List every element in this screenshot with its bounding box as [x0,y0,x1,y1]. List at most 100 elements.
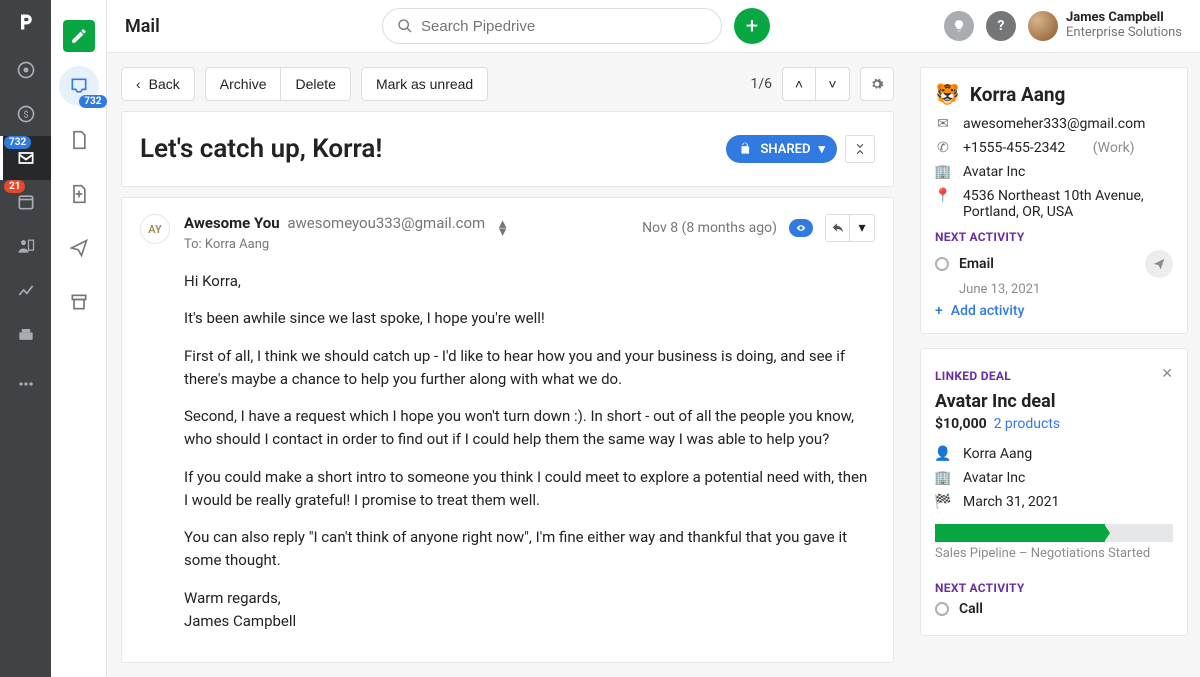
mail-subbar: 732 [51,0,107,677]
pin-icon: 📍 [935,188,951,204]
calendar-badge: 21 [4,180,25,193]
inbox-badge: 732 [79,95,106,108]
caret-down-icon: ▾ [818,142,825,157]
contact-avatar-icon: 🐯 [935,82,960,106]
reply-menu[interactable]: ▾ [850,215,874,241]
user-menu[interactable]: James Campbell Enterprise Solutions [1028,11,1182,41]
archive-button[interactable]: Archive [205,67,282,101]
mail-actions: ‹Back Archive Delete Mark as unread 1/6 … [121,67,894,101]
org-icon: 🏢 [935,470,951,486]
activity-label: Email [959,256,994,272]
expand-details-icon[interactable] [499,220,507,235]
rail-more[interactable] [0,362,51,406]
reply-button[interactable] [826,215,850,241]
sender-initials: AY [140,214,170,244]
search-icon [397,18,413,34]
rail-calendar[interactable]: 21 [0,180,51,224]
svg-text:$: $ [23,109,28,120]
collapse-button[interactable] [845,135,875,163]
contact-address: 4536 Northeast 10th Avenue, Portland, OR… [963,188,1173,220]
deal-activity-label: Call [959,601,983,617]
tracking-icon[interactable] [789,219,813,237]
deal-products[interactable]: 2 products [994,416,1061,432]
org-icon: 🏢 [935,164,951,180]
search-input[interactable] [421,18,707,35]
subject-title: Let's catch up, Korra! [140,134,726,164]
add-activity-button[interactable]: +Add activity [935,303,1173,319]
mark-unread-button[interactable]: Mark as unread [361,67,488,101]
sub-templates[interactable] [59,174,99,214]
activity-radio[interactable] [935,257,949,271]
to-line: To: Korra Aang [184,237,506,252]
person-icon: 👤 [935,446,951,462]
logo-icon[interactable] [16,10,36,34]
tips-icon[interactable] [944,11,974,41]
settings-button[interactable] [860,67,894,101]
activity-date: June 13, 2021 [959,282,1173,297]
sub-inbox[interactable]: 732 [59,66,99,106]
next-msg-button[interactable]: ˅ [816,67,850,101]
contact-email[interactable]: awesomeher333@gmail.com [963,116,1145,132]
sub-archive[interactable] [59,282,99,322]
sub-sent[interactable] [59,228,99,268]
rail-mail[interactable]: 732 [0,136,51,180]
mail-badge: 732 [4,136,31,149]
msg-date: Nov 8 (8 months ago) [642,220,777,236]
global-add-button[interactable]: + [734,8,770,44]
activity-row[interactable]: Email [935,246,1173,282]
next-activity-title: NEXT ACTIVITY [935,230,1173,244]
thread: AY Awesome You awesomeyou333@gmail.com T… [121,197,894,663]
rail-focus[interactable] [0,48,51,92]
deal-activity-row[interactable]: Call [935,597,1173,621]
rail-products[interactable] [0,312,51,356]
phone-icon: ✆ [935,140,951,156]
user-name: James Campbell [1066,11,1182,26]
chevron-left-icon: ‹ [136,76,141,92]
message: AY Awesome You awesomeyou333@gmail.com T… [122,198,893,663]
activity-radio[interactable] [935,602,949,616]
rail-contacts[interactable] [0,224,51,268]
deal-title[interactable]: Avatar Inc deal [935,391,1173,412]
unlock-icon [738,142,752,156]
contact-phone[interactable]: +1555-455-2342 [963,140,1065,156]
help-icon[interactable]: ? [986,11,1016,41]
delete-button[interactable]: Delete [281,67,350,101]
deal-person[interactable]: Korra Aang [963,446,1032,462]
subject-card: Let's catch up, Korra! SHARED ▾ [121,111,894,187]
shared-toggle[interactable]: SHARED ▾ [726,135,837,163]
from-email: awesomeyou333@gmail.com [287,214,485,232]
contact-panel: 🐯 Korra Aang ✉ awesomeher333@gmail.com ✆ +… [920,67,1188,334]
flag-icon: 🏁 [935,494,951,510]
module-title: Mail [125,16,160,37]
deal-next-activity-title: NEXT ACTIVITY [935,581,1173,595]
send-icon[interactable] [1145,250,1173,278]
phone-label: (Work) [1093,140,1135,156]
prev-msg-button[interactable]: ˄ [782,67,816,101]
back-button[interactable]: ‹Back [121,67,195,101]
email-icon: ✉ [935,116,951,132]
reply-group: ▾ [825,214,875,242]
nav-rail: $ 732 21 [0,0,51,677]
deal-panel: LINKED DEAL ✕ Avatar Inc deal $10,000 2 … [920,348,1188,636]
close-icon[interactable]: ✕ [1161,366,1173,382]
gear-icon [870,77,884,91]
linked-deal-title: LINKED DEAL [935,369,1011,383]
from-name: Awesome You [184,214,280,232]
pipeline-label: Sales Pipeline – Negotiations Started [935,546,1173,561]
search-box[interactable] [382,8,722,44]
deal-value: $10,000 [935,416,987,432]
compose-button[interactable] [63,20,95,52]
rail-insights[interactable] [0,268,51,312]
deal-date: March 31, 2021 [963,494,1059,510]
contact-org[interactable]: Avatar Inc [963,164,1025,180]
pager-label: 1/6 [750,76,772,92]
pipeline-stages[interactable] [935,524,1173,542]
topbar: Mail + ? James Campbell Enterprise Solut… [107,0,1200,53]
deal-org[interactable]: Avatar Inc [963,470,1025,486]
avatar-icon [1028,11,1058,41]
user-company: Enterprise Solutions [1066,26,1182,41]
rail-deals[interactable]: $ [0,92,51,136]
contact-name[interactable]: Korra Aang [970,83,1066,106]
message-body: Hi Korra, It's been awhile since we last… [184,270,875,633]
sub-drafts[interactable] [59,120,99,160]
